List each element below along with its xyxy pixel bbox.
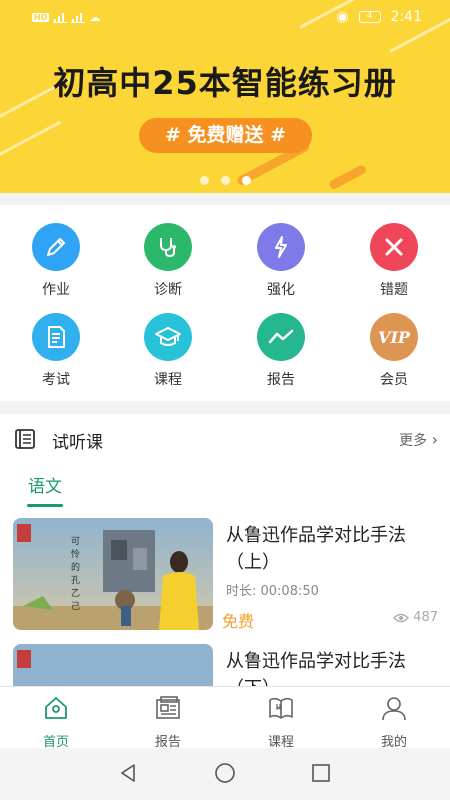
feature-homework[interactable]: 作业 <box>0 223 112 299</box>
tab-report[interactable]: 报告 <box>112 695 224 750</box>
course-thumbnail[interactable]: 可怜的孔乙己 <box>13 518 213 630</box>
banner-title: 初高中25本智能练习册 <box>53 64 397 102</box>
lightning-icon <box>257 223 305 271</box>
book-icon <box>269 697 293 719</box>
pencil-icon <box>32 223 80 271</box>
feature-vip[interactable]: VIP 会员 <box>338 313 450 389</box>
view-count-value: 487 <box>413 610 438 625</box>
course-thumbnail[interactable] <box>13 644 213 686</box>
feature-reinforce[interactable]: 强化 <box>225 223 337 299</box>
graduation-cap-icon <box>144 313 192 361</box>
course-duration: 时长: 00:08:50 <box>226 584 319 599</box>
feature-grid: 作业 诊断 强化 错题 考试 课程 报告 VIP 会员 <box>0 205 450 401</box>
more-label: 更多 <box>399 433 428 449</box>
course-card[interactable]: 从鲁迅作品学对比手法（下） <box>0 644 450 686</box>
document-icon <box>32 313 80 361</box>
tab-courses[interactable]: 课程 <box>225 695 337 750</box>
trial-lessons-section: 试听课 更多 › 语文 可怜的孔乙己 从鲁迅作品学对比手法（上） 时长: 00:… <box>0 414 450 686</box>
promo-banner[interactable]: HD ☁ ◉ 4 2:41 初高中25本智能练习册 # 免费赠送 # <box>0 0 450 193</box>
feature-label: 报告 <box>267 372 295 388</box>
feature-wrong-questions[interactable]: 错题 <box>338 223 450 299</box>
home-circle-icon[interactable] <box>214 762 236 784</box>
carousel-indicator <box>0 176 450 185</box>
course-title: 从鲁迅作品学对比手法（上） <box>226 525 406 573</box>
cloud-icon: ☁ <box>89 11 101 24</box>
report-icon <box>156 696 180 719</box>
course-price: 免费 <box>222 612 255 631</box>
recent-apps-icon[interactable] <box>310 762 332 784</box>
feature-label: 强化 <box>267 282 295 298</box>
feature-exam[interactable]: 考试 <box>0 313 112 389</box>
trial-lessons-header: 试听课 更多 › <box>0 414 450 464</box>
more-link[interactable]: 更多 › <box>399 430 438 450</box>
eye-icon <box>393 613 410 622</box>
feature-label: 课程 <box>154 372 182 388</box>
feature-label: 考试 <box>42 372 70 388</box>
feature-label: 会员 <box>380 372 408 388</box>
hd-badge: HD <box>32 13 50 22</box>
tab-profile[interactable]: 我的 <box>338 695 450 750</box>
course-card[interactable]: 可怜的孔乙己 从鲁迅作品学对比手法（上） 时长: 00:08:50 免费 487 <box>0 518 450 631</box>
chevron-right-icon: › <box>431 430 438 449</box>
tab-indicator <box>27 504 63 507</box>
status-bar: HD ☁ ◉ 4 2:41 <box>0 0 450 34</box>
video-thumbnail-image <box>13 518 213 630</box>
signal-icon <box>53 12 68 23</box>
video-thumbnail-image <box>13 644 213 686</box>
system-navigation-bar <box>0 748 450 800</box>
feature-label: 作业 <box>42 282 70 298</box>
feature-report[interactable]: 报告 <box>225 313 337 389</box>
user-icon <box>382 697 406 721</box>
cross-icon <box>370 223 418 271</box>
feature-label: 错题 <box>380 282 408 298</box>
thumbnail-caption: 可怜的孔乙己 <box>71 537 81 612</box>
feature-course[interactable]: 课程 <box>112 313 224 389</box>
section-title: 试听课 <box>52 433 103 453</box>
stethoscope-icon <box>144 223 192 271</box>
back-icon[interactable] <box>117 762 139 784</box>
notebook-icon <box>15 429 35 449</box>
carousel-dot-active[interactable] <box>241 176 251 185</box>
vip-icon: VIP <box>370 313 418 361</box>
course-title: 从鲁迅作品学对比手法（下） <box>226 651 406 686</box>
tab-home[interactable]: 首页 <box>0 695 112 750</box>
tab-chinese[interactable]: 语文 <box>28 472 62 497</box>
vip-text: VIP <box>378 327 410 347</box>
feature-diagnosis[interactable]: 诊断 <box>112 223 224 299</box>
status-time: 2:41 <box>390 9 422 25</box>
trend-line-icon <box>257 313 305 361</box>
signal-icon <box>71 12 86 23</box>
home-icon <box>45 697 67 719</box>
banner-decoration <box>0 120 62 161</box>
bottom-tab-bar: 首页 报告 课程 我的 <box>0 686 450 750</box>
eye-icon: ◉ <box>336 9 349 25</box>
battery-icon: 4 <box>358 11 381 23</box>
feature-label: 诊断 <box>154 282 182 298</box>
carousel-dot[interactable] <box>220 176 230 185</box>
view-count: 487 <box>393 610 438 625</box>
banner-free-gift-pill: # 免费赠送 # <box>139 118 312 153</box>
carousel-dot[interactable] <box>199 176 209 185</box>
